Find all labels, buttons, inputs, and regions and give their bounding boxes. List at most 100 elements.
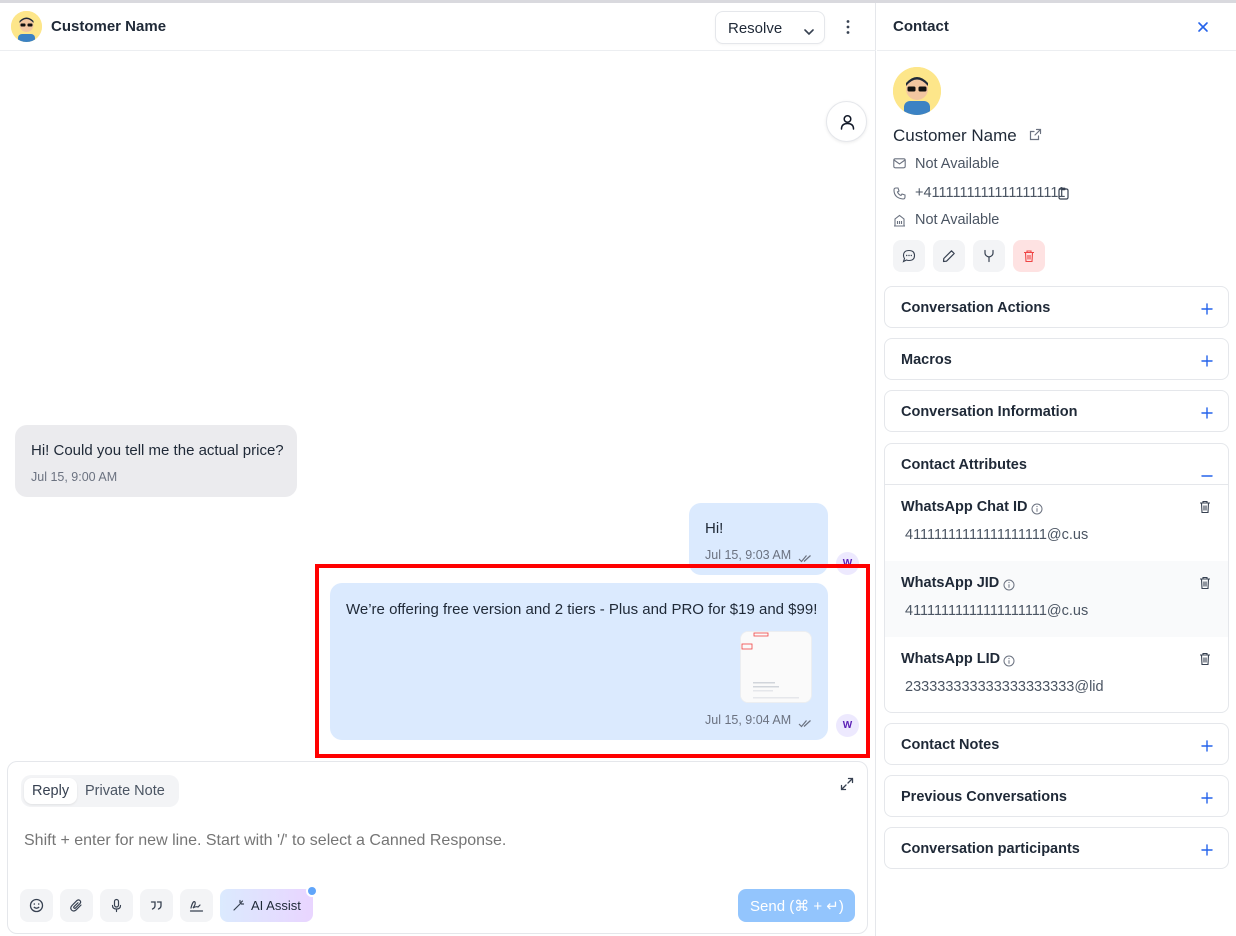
quote-button[interactable] <box>140 889 173 922</box>
notification-dot <box>306 885 318 897</box>
trash-icon[interactable] <box>1199 652 1211 669</box>
image-attachment[interactable] <box>740 631 812 703</box>
agent-avatar: W <box>836 552 859 575</box>
attribute-value: 41111111111111111111@c.us <box>905 527 1089 543</box>
attribute-name: WhatsApp Chat ID <box>901 499 1028 515</box>
message-text: We’re offering free version and 2 tiers … <box>346 601 818 618</box>
accordion-header[interactable]: Contact Attributes <box>885 444 1228 485</box>
plus-icon <box>1201 406 1213 422</box>
signature-icon <box>189 901 204 912</box>
send-label: Send (⌘ + ↵) <box>750 898 844 915</box>
message-icon <box>902 249 916 263</box>
resolve-button[interactable]: Resolve <box>715 11 825 44</box>
accordion-title: Macros <box>901 352 952 368</box>
accordion-conversation-actions[interactable]: Conversation Actions <box>884 286 1229 328</box>
accordion-previous-conversations[interactable]: Previous Conversations <box>884 775 1229 817</box>
contact-name: Customer Name <box>893 126 1017 145</box>
contact-phone: +41111111111111111111 <box>915 185 1066 201</box>
chevron-down-icon[interactable] <box>804 23 814 39</box>
accordion-macros[interactable]: Macros <box>884 338 1229 380</box>
building-icon <box>894 214 905 227</box>
user-icon <box>840 114 855 130</box>
plus-icon <box>1201 843 1213 859</box>
accordion-title: Conversation participants <box>901 841 1080 857</box>
paperclip-icon <box>70 899 82 912</box>
attribute-name: WhatsApp LID <box>901 651 1001 667</box>
attribute-name: WhatsApp JID <box>901 575 1000 591</box>
merge-contact-button[interactable] <box>973 240 1005 272</box>
agent-avatar: W <box>836 714 859 737</box>
tab-reply[interactable]: Reply <box>24 778 78 804</box>
message-time: Jul 15, 9:03 AM <box>705 548 792 562</box>
message-outgoing: We’re offering free version and 2 tiers … <box>330 583 828 740</box>
new-message-button[interactable] <box>893 240 925 272</box>
quote-icon <box>150 901 162 910</box>
ai-assist-label: AI Assist <box>251 898 301 913</box>
voice-record-button[interactable] <box>100 889 133 922</box>
plus-icon <box>1201 739 1213 755</box>
plus-icon <box>1201 302 1213 318</box>
expand-icon[interactable] <box>840 777 854 794</box>
delete-contact-button[interactable] <box>1013 240 1045 272</box>
accordion-conversation-information[interactable]: Conversation Information <box>884 390 1229 432</box>
customer-avatar[interactable] <box>11 11 42 42</box>
accordion-contact-attributes: Contact Attributes WhatsApp Chat ID 4111… <box>884 443 1229 713</box>
emoji-icon <box>29 898 44 913</box>
message-time: Jul 15, 9:00 AM <box>31 470 118 484</box>
minus-icon <box>1201 464 1213 480</box>
attribute-row: WhatsApp LID 233333333333333333333@lid <box>885 637 1228 712</box>
contact-panel-title: Contact <box>893 18 949 35</box>
attribute-row: WhatsApp JID 41111111111111111111@c.us <box>885 561 1228 637</box>
accordion-title: Contact Attributes <box>901 457 1027 473</box>
accordion-conversation-participants[interactable]: Conversation participants <box>884 827 1229 869</box>
message-input[interactable] <box>24 832 844 850</box>
trash-icon[interactable] <box>1199 576 1211 593</box>
trash-icon[interactable] <box>1199 500 1211 517</box>
mail-icon <box>893 158 906 169</box>
attribute-value: 41111111111111111111@c.us <box>905 603 1089 619</box>
attach-button[interactable] <box>60 889 93 922</box>
merge-icon <box>984 249 994 263</box>
external-link-icon[interactable] <box>1029 128 1042 144</box>
plus-icon <box>1201 354 1213 370</box>
edit-icon <box>942 250 955 263</box>
message-incoming: Hi! Could you tell me the actual price? … <box>15 425 297 497</box>
phone-icon <box>893 187 906 200</box>
customer-name: Customer Name <box>51 18 167 35</box>
contact-avatar <box>893 67 941 115</box>
double-check-icon <box>798 550 812 566</box>
message-outgoing: Hi! Jul 15, 9:03 AM <box>689 503 828 575</box>
send-button[interactable]: Send (⌘ + ↵) <box>738 889 855 922</box>
message-text: Hi! <box>705 520 724 537</box>
resolve-label: Resolve <box>728 20 783 37</box>
attribute-value: 233333333333333333333@lid <box>905 679 1104 695</box>
conversation-pane: Customer Name Resolve Hi! Could you tell… <box>0 3 876 936</box>
tab-private-note[interactable]: Private Note <box>77 778 173 804</box>
contact-email: Not Available <box>915 156 1000 172</box>
message-text: Hi! Could you tell me the actual price? <box>31 442 284 459</box>
double-check-icon <box>798 715 812 731</box>
message-time: Jul 15, 9:04 AM <box>705 713 792 727</box>
attribute-row: WhatsApp Chat ID 41111111111111111111@c.… <box>885 485 1228 561</box>
reply-composer: Reply Private Note Shift + enter for new… <box>7 761 868 934</box>
edit-contact-button[interactable] <box>933 240 965 272</box>
contact-panel-toggle-button[interactable] <box>826 101 867 142</box>
emoji-button[interactable] <box>20 889 53 922</box>
conversation-header: Customer Name Resolve <box>0 3 876 51</box>
info-icon[interactable] <box>1003 654 1015 670</box>
trash-icon <box>1024 250 1034 263</box>
accordion-title: Conversation Information <box>901 404 1078 420</box>
microphone-icon <box>111 898 122 913</box>
accordion-contact-notes[interactable]: Contact Notes <box>884 723 1229 765</box>
accordion-title: Conversation Actions <box>901 300 1051 316</box>
signature-button[interactable] <box>180 889 213 922</box>
close-icon[interactable] <box>1197 20 1209 36</box>
info-icon[interactable] <box>1031 502 1043 518</box>
ai-assist-button[interactable]: AI Assist <box>220 889 313 922</box>
more-options-icon[interactable] <box>838 17 858 37</box>
contact-panel-header: Contact <box>877 3 1236 51</box>
copy-icon[interactable] <box>1058 187 1069 203</box>
accordion-title: Previous Conversations <box>901 789 1067 805</box>
contact-company: Not Available <box>915 212 1000 228</box>
info-icon[interactable] <box>1003 578 1015 594</box>
